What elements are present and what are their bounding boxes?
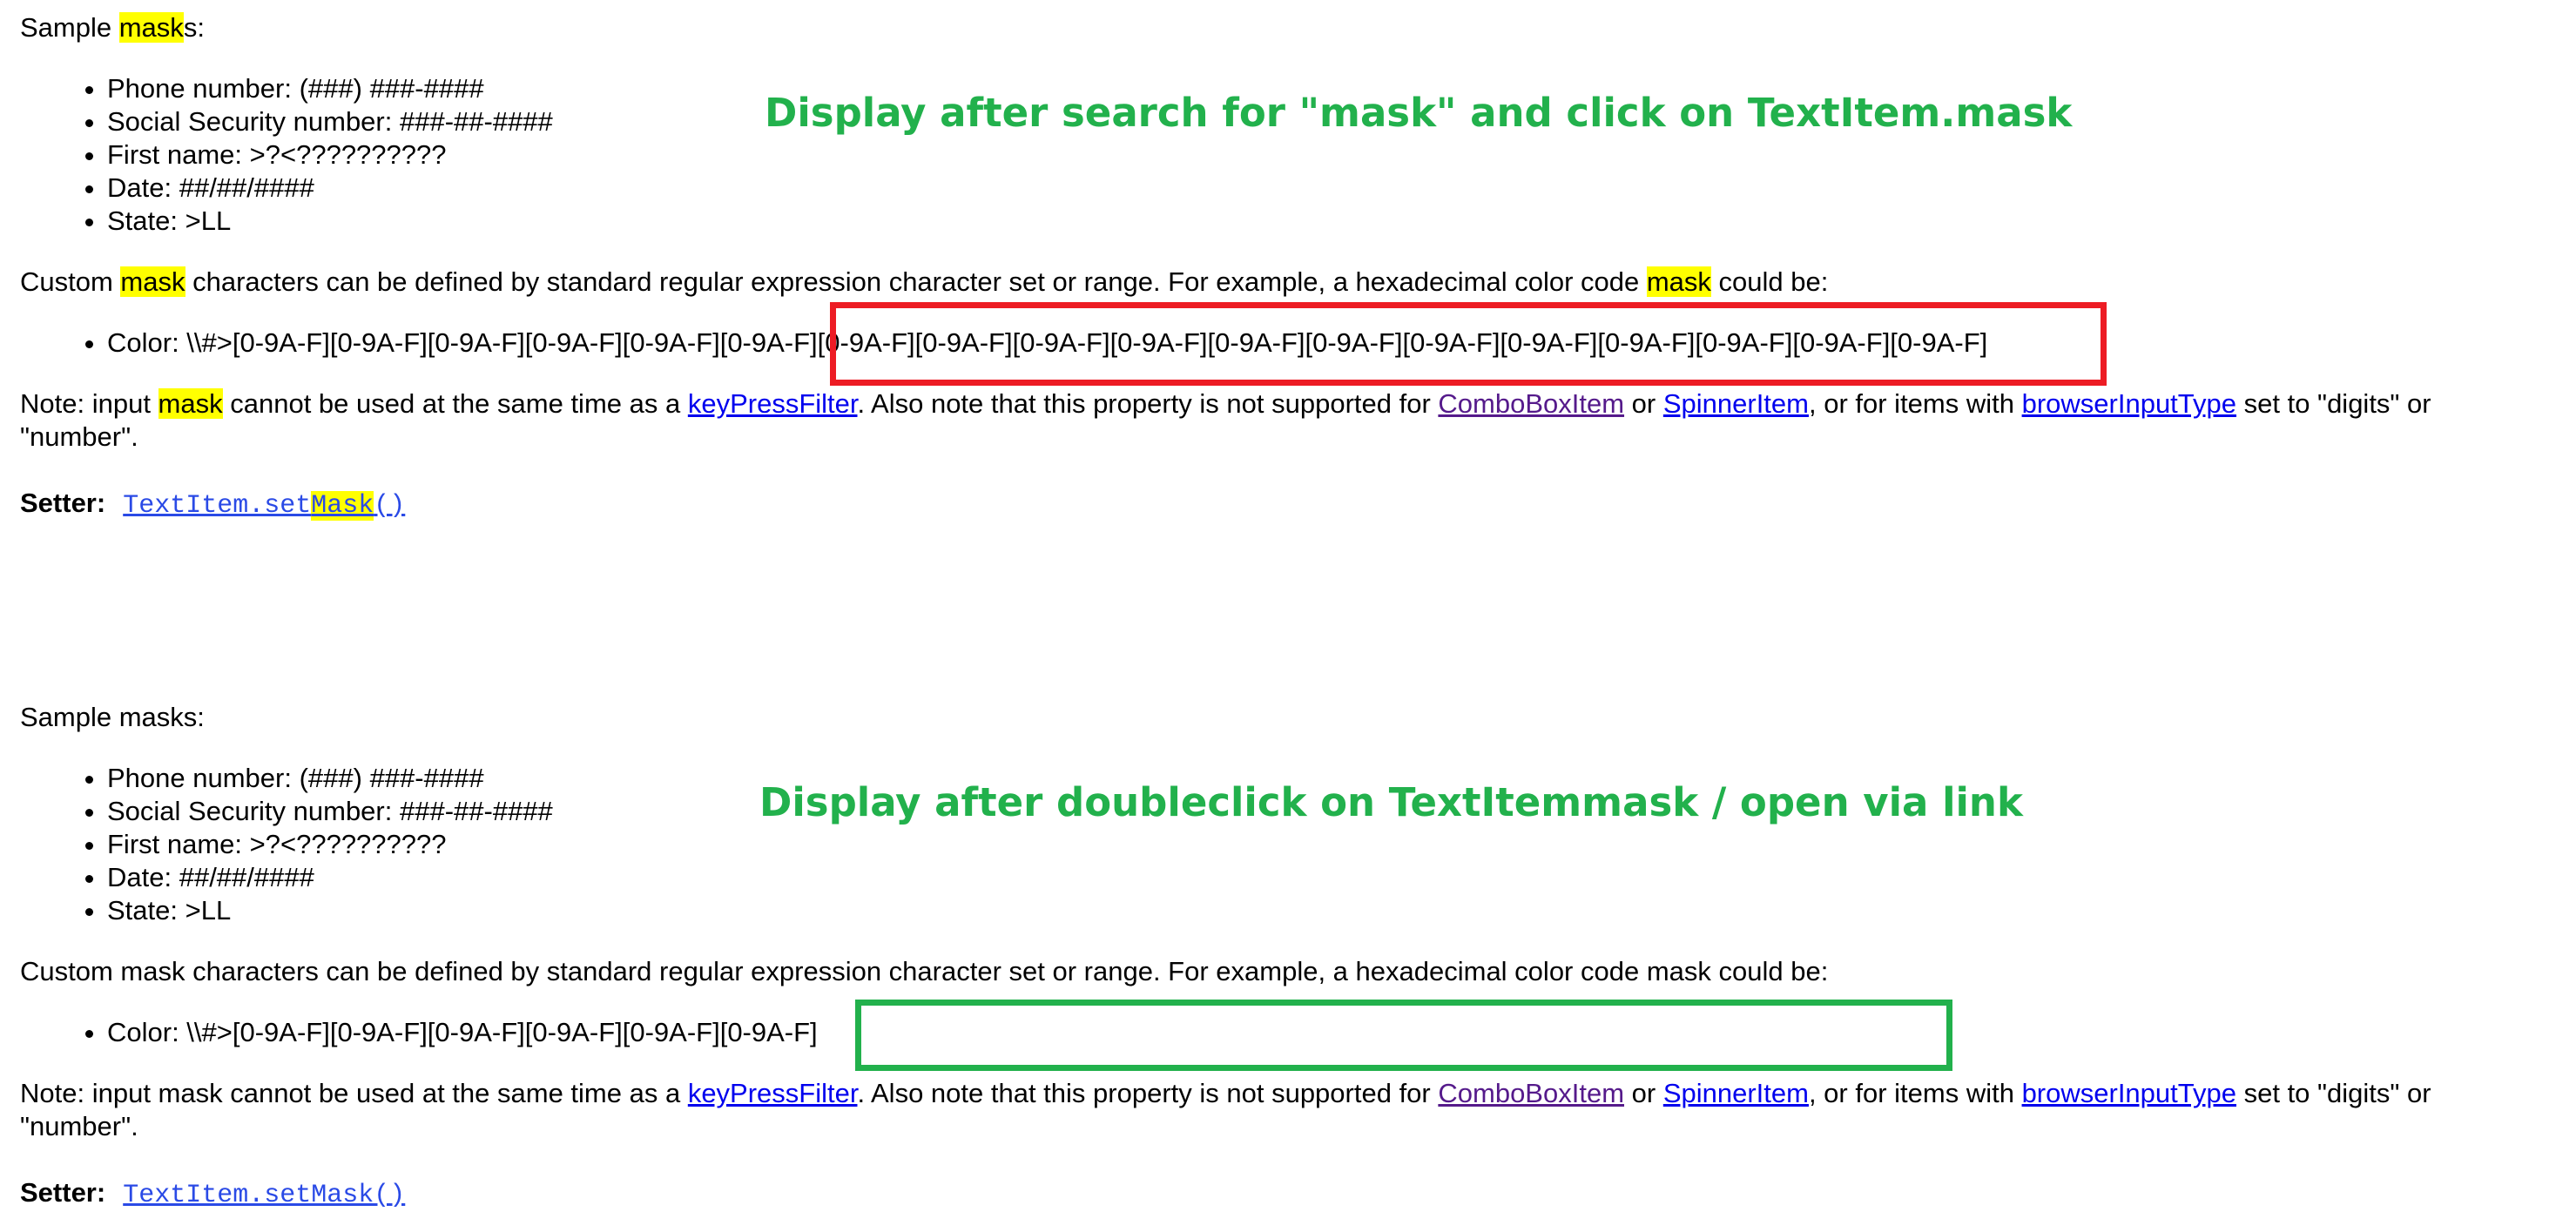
custom-text: characters can be defined by standard re… [185,266,1647,297]
sample-masks-heading: Sample masks: [20,702,205,732]
note-text: or [1624,1078,1663,1108]
note-text: Note: input [20,388,158,419]
note-text: . Also note that this property is not su… [857,1078,1439,1108]
setter-label: Setter: [20,1177,106,1208]
annotation-caption-search: Display after search for "mask" and clic… [765,90,2073,136]
comboboxitem-link[interactable]: ComboBoxItem [1438,1078,1624,1108]
keypressfilter-link[interactable]: keyPressFilter [688,388,858,419]
list-item: State: >LL [107,205,2554,238]
custom-text: Custom [20,266,121,297]
note-text: or [1624,388,1663,419]
note-text: cannot be used at the same time as a [222,388,688,419]
list-item: First name: >?<?????????? [107,828,2554,861]
setter-link-suffix: () [374,491,406,521]
annotation-caption-direct: Display after doubleclick on TextItemmas… [759,779,2023,825]
sample-prefix: Sample [20,12,119,43]
search-highlight: Mask [311,491,374,521]
note-text: , or for items with [1808,388,2022,419]
browserinputtype-link[interactable]: browserInputType [2022,388,2236,419]
setter-link-prefix: TextItem.set [123,491,312,521]
custom-mask-paragraph: Custom mask characters can be defined by… [20,266,2554,299]
sample-masks-heading: Sample masks: [20,11,2554,44]
setter-row: Setter: TextItem.setMask() [20,1176,2554,1212]
setmask-link[interactable]: TextItem.setMask() [123,1181,405,1210]
annotation-box-red [830,302,2107,386]
note-paragraph: Note: input mask cannot be used at the s… [20,1077,2554,1143]
note-text: . Also note that this property is not su… [857,388,1439,419]
list-item: Date: ##/##/#### [107,172,2554,205]
note-text: , or for items with [1808,1078,2022,1108]
sample-suffix: s: [183,12,205,43]
setter-label: Setter: [20,488,106,518]
list-item: State: >LL [107,894,2554,927]
search-highlight: mask [118,12,184,43]
search-highlight: mask [158,388,223,419]
note-paragraph: Note: input mask cannot be used at the s… [20,387,2554,454]
spinneritem-link[interactable]: SpinnerItem [1663,1078,1809,1108]
note-text: Note: input mask cannot be used at the s… [20,1078,688,1108]
spinneritem-link[interactable]: SpinnerItem [1663,388,1809,419]
setter-row: Setter: TextItem.setMask() [20,487,2554,522]
search-highlight: mask [120,266,185,297]
custom-mask-paragraph: Custom mask characters can be defined by… [20,956,1829,986]
custom-text: could be: [1710,266,1829,297]
list-item: Date: ##/##/#### [107,861,2554,894]
browserinputtype-link[interactable]: browserInputType [2022,1078,2236,1108]
doc-panel-search: Sample masks: Phone number: (###) ###-##… [20,11,2554,522]
list-item: First name: >?<?????????? [107,138,2554,172]
comboboxitem-link[interactable]: ComboBoxItem [1438,388,1624,419]
keypressfilter-link[interactable]: keyPressFilter [688,1078,858,1108]
setmask-link[interactable]: TextItem.setMask() [123,491,405,521]
search-highlight: mask [1646,266,1711,297]
annotation-box-green [855,1000,1952,1071]
doc-panel-direct: Sample masks: Phone number: (###) ###-##… [20,701,2554,1212]
